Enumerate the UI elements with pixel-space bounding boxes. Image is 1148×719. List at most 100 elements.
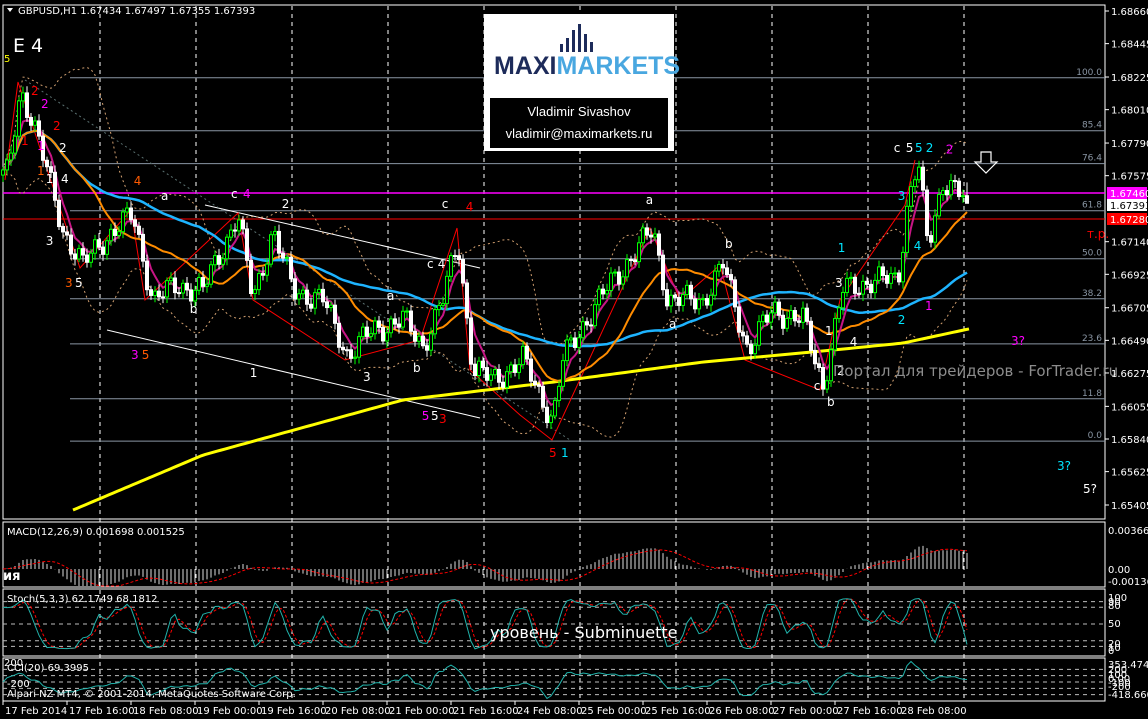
bull-candle xyxy=(621,276,625,285)
bear-candle xyxy=(809,320,813,351)
wave-label: 4 xyxy=(466,200,474,214)
bull-candle xyxy=(153,290,157,296)
bull-candle xyxy=(509,364,513,373)
bear-candle xyxy=(185,282,189,291)
bull-candle xyxy=(757,321,761,346)
time-label: 17 Feb 2014 xyxy=(5,706,67,717)
bear-candle xyxy=(65,231,69,236)
bull-candle xyxy=(565,339,569,362)
wave-label: 1 xyxy=(46,172,54,186)
bear-candle xyxy=(53,171,57,201)
bear-candle xyxy=(37,120,41,137)
bear-candle xyxy=(249,259,253,294)
bull-candle xyxy=(417,335,421,342)
bull-candle xyxy=(205,283,209,287)
macd-signal-line xyxy=(2,548,968,587)
bear-candle xyxy=(57,199,61,228)
bear-candle xyxy=(133,219,137,227)
bear-candle xyxy=(189,289,193,302)
bull-candle xyxy=(273,230,277,236)
wave-label: 1 xyxy=(250,366,258,380)
bull-candle xyxy=(13,135,17,154)
bull-candle xyxy=(297,293,301,300)
wave-title: E 4 xyxy=(13,35,43,57)
wave-label: b xyxy=(827,395,835,409)
bull-candle xyxy=(213,255,217,266)
bear-candle xyxy=(453,255,457,258)
wave-label: 1 xyxy=(21,134,29,148)
bear-candle xyxy=(201,277,205,287)
bull-candle xyxy=(785,318,789,329)
wave-label: 4 xyxy=(850,335,858,349)
bear-candle xyxy=(381,326,385,342)
bull-candle xyxy=(637,242,641,263)
wave-label: 2 xyxy=(31,84,39,98)
stoch-tick: 0 xyxy=(1108,646,1114,657)
bear-candle xyxy=(693,298,697,310)
wave-label: 2 xyxy=(898,313,906,327)
bull-candle xyxy=(873,279,877,294)
bear-candle xyxy=(469,317,473,365)
bear-candle xyxy=(289,256,293,280)
logo-brand-light: MARKETS xyxy=(556,52,681,80)
bear-candle xyxy=(45,159,49,168)
wave-label: 3 xyxy=(835,276,843,290)
bull-candle xyxy=(717,263,721,272)
fib-level-label: 0.0 xyxy=(1088,431,1103,441)
wave-label: 2 xyxy=(41,97,49,111)
wave-label: 5? xyxy=(1083,482,1097,496)
bear-candle xyxy=(113,228,117,236)
bear-candle xyxy=(457,255,461,260)
bear-candle xyxy=(781,314,785,329)
bull-candle xyxy=(669,294,673,307)
bull-candle xyxy=(773,301,777,314)
bear-candle xyxy=(821,367,825,390)
bull-candle xyxy=(369,333,373,337)
bull-candle xyxy=(401,310,405,328)
bear-candle xyxy=(25,92,29,118)
price-tick-label: 1.66705 xyxy=(1111,304,1148,315)
bear-candle xyxy=(501,381,505,388)
bull-candle xyxy=(373,320,377,335)
bear-candle xyxy=(601,288,605,295)
wave-label: c xyxy=(894,141,901,155)
bull-candle xyxy=(449,255,453,277)
bull-candle xyxy=(697,299,701,310)
bear-candle xyxy=(261,273,265,276)
bear-candle xyxy=(513,364,517,373)
bear-candle xyxy=(409,310,413,332)
wave-label: a xyxy=(646,193,653,207)
wave-label: 5 xyxy=(422,409,430,423)
bear-candle xyxy=(733,279,737,308)
macd-tick: -0.001362 xyxy=(1108,577,1148,588)
down-arrow-icon xyxy=(973,151,999,174)
macd-tick: 0.00 xyxy=(1108,565,1130,576)
bear-candle xyxy=(665,289,669,307)
bull-candle xyxy=(405,310,409,313)
bear-candle xyxy=(721,263,725,269)
bull-candle xyxy=(613,271,617,274)
bull-candle xyxy=(581,321,585,339)
bear-candle xyxy=(661,254,665,291)
bull-candle xyxy=(517,364,521,373)
bear-candle xyxy=(397,323,401,328)
price-marker-label: 1.67460 xyxy=(1110,189,1148,200)
bear-candle xyxy=(857,292,861,295)
bear-candle xyxy=(161,296,165,299)
bull-candle xyxy=(89,252,93,263)
bear-candle xyxy=(965,195,969,204)
bear-candle xyxy=(705,298,709,306)
bull-candle xyxy=(845,277,849,293)
bull-candle xyxy=(553,399,557,417)
author-email: vladimir@maximarkets.ru xyxy=(505,126,653,141)
bull-candle xyxy=(653,233,657,238)
bear-candle xyxy=(545,406,549,424)
bull-candle xyxy=(597,288,601,306)
price-tick-label: 1.66490 xyxy=(1111,336,1148,347)
price-markers: 1.674601.67393 1.67280 xyxy=(1107,187,1148,226)
bear-candle xyxy=(461,258,465,284)
wave-label: a xyxy=(387,289,394,303)
dropdown-triangle-icon[interactable] xyxy=(7,8,13,12)
time-label: 27 Feb 00:00 xyxy=(773,706,839,717)
maximarkets-logo: MAXIMARKETS Vladimir Sivashov vladimir@m… xyxy=(484,14,680,151)
